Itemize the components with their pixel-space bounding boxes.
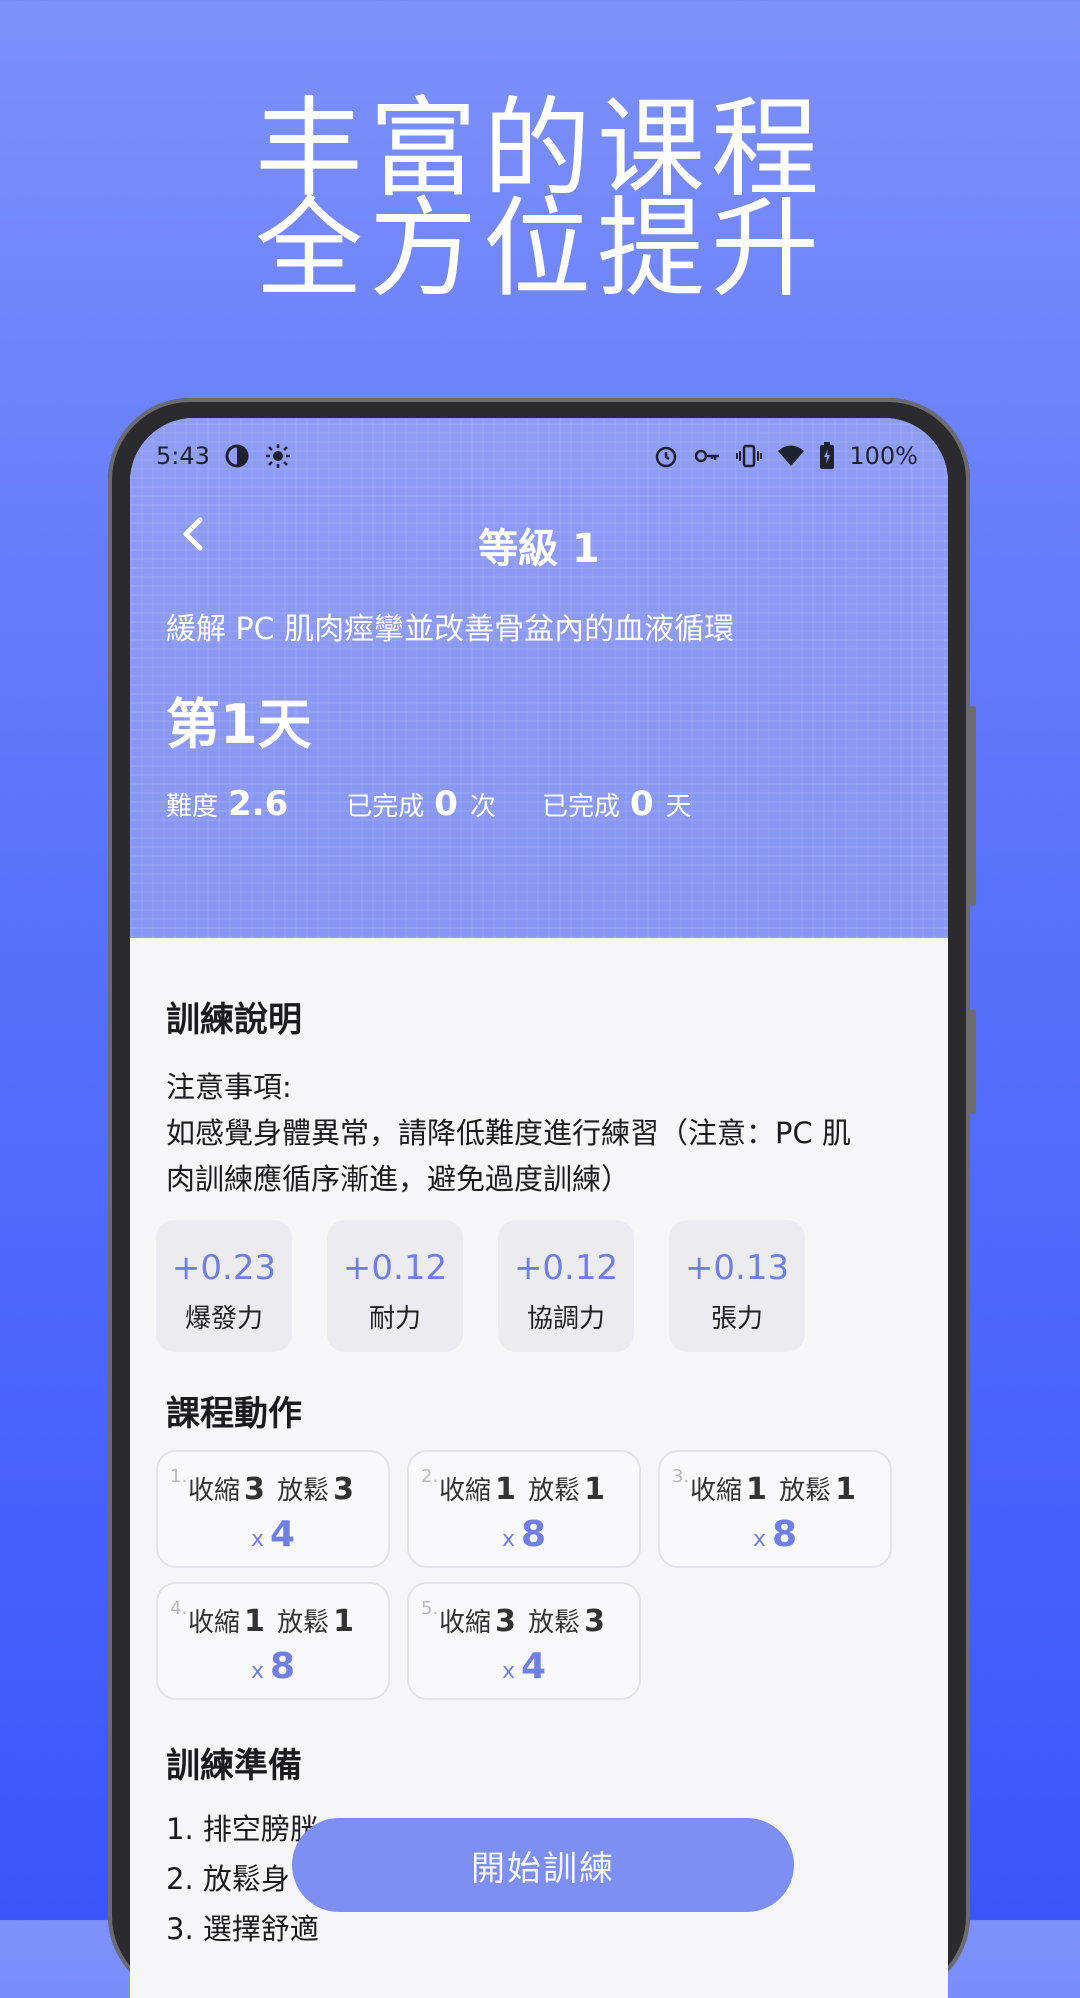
attribute-value: +0.23: [171, 1248, 277, 1288]
stat-completed-times: 已完成 0 次: [346, 784, 496, 824]
battery-icon: [819, 442, 835, 470]
move-pattern: 收縮 3 放鬆 3: [409, 1602, 639, 1639]
day-title: 第1天: [166, 693, 312, 756]
relax-label: 放鬆: [528, 1476, 581, 1506]
level-stats: 難度 2.6 已完成 0 次 已完成 0 天: [166, 784, 738, 824]
move-pattern: 收縮 3 放鬆 3: [158, 1470, 388, 1507]
contract-label: 收縮: [438, 1608, 491, 1638]
move-card[interactable]: 5. 收縮 3 放鬆 3 x4: [407, 1582, 641, 1700]
move-pattern: 收縮 1 放鬆 1: [660, 1470, 890, 1507]
attribute-label: 協調力: [526, 1304, 605, 1334]
relax-label: 放鬆: [528, 1608, 581, 1638]
status-bar: 5:43 100%: [156, 434, 918, 478]
rep-prefix: x: [250, 1659, 264, 1684]
stat-label: 已完成: [346, 792, 425, 822]
contract-seconds: 1: [243, 1604, 265, 1639]
attribute-value: +0.12: [513, 1248, 619, 1288]
notes-heading: 注意事項:: [166, 1070, 292, 1104]
phone-screen: 5:43 100% 等級 1 緩解 PC 肌肉痙攣並改善骨盆內的血液循環 第1天…: [130, 418, 948, 1998]
stat-difficulty: 難度 2.6: [166, 784, 300, 824]
relax-label: 放鬆: [277, 1476, 330, 1506]
relax-label: 放鬆: [779, 1476, 832, 1506]
relax-seconds: 3: [584, 1604, 606, 1639]
attribute-label: 耐力: [368, 1304, 421, 1334]
battery-percent: 100%: [849, 442, 918, 470]
move-reps: x8: [409, 1514, 639, 1555]
attribute-value: +0.12: [342, 1248, 448, 1288]
stat-unit: 次: [469, 792, 496, 822]
rep-prefix: x: [501, 1527, 515, 1552]
move-card[interactable]: 4. 收縮 1 放鬆 1 x8: [156, 1582, 390, 1700]
stat-value: 2.6: [228, 784, 289, 824]
contract-seconds: 1: [494, 1472, 516, 1507]
attribute-label: 張力: [710, 1304, 763, 1334]
move-reps: x8: [660, 1514, 890, 1555]
moves-title: 課程動作: [166, 1394, 302, 1434]
move-pattern: 收縮 1 放鬆 1: [158, 1602, 388, 1639]
list-item: 3. 選擇舒適: [166, 1912, 319, 1946]
contract-seconds: 3: [494, 1604, 516, 1639]
notes-line: 肉訓練應循序漸進，避免過度訓練）: [166, 1162, 631, 1196]
rep-count: 4: [269, 1514, 296, 1555]
relax-seconds: 1: [584, 1472, 606, 1507]
rep-count: 8: [269, 1646, 296, 1687]
promo-headline: 丰富的课程 全方位提升: [0, 87, 1080, 312]
move-card[interactable]: 2. 收縮 1 放鬆 1 x8: [407, 1450, 641, 1568]
stat-unit: 天: [665, 792, 692, 822]
relax-seconds: 1: [333, 1604, 355, 1639]
rep-count: 8: [520, 1514, 547, 1555]
stat-value: 0: [629, 784, 654, 824]
notes-line: 如感覺身體異常，請降低難度進行練習（注意：PC 肌: [166, 1116, 851, 1150]
training-info-title: 訓練說明: [166, 1000, 302, 1040]
move-pattern: 收縮 1 放鬆 1: [409, 1470, 639, 1507]
rep-count: 8: [771, 1514, 798, 1555]
contract-label: 收縮: [187, 1608, 240, 1638]
stat-value: 0: [434, 784, 458, 824]
page-title: 等級 1: [478, 526, 600, 572]
relax-seconds: 1: [835, 1472, 857, 1507]
promo-line-1: 丰富的课程: [254, 87, 825, 212]
start-training-button[interactable]: 開始訓練: [292, 1818, 794, 1912]
attribute-card: +0.23 爆發力: [156, 1220, 292, 1352]
status-time: 5:43: [156, 442, 210, 470]
attribute-label: 爆發力: [184, 1304, 263, 1334]
data-saver-icon: [224, 443, 250, 469]
move-reps: x8: [158, 1646, 388, 1687]
stat-label: 已完成: [541, 792, 620, 822]
rep-prefix: x: [501, 1659, 515, 1684]
rep-count: 4: [520, 1646, 547, 1687]
contract-label: 收縮: [689, 1476, 742, 1506]
move-card[interactable]: 1. 收縮 3 放鬆 3 x4: [156, 1450, 390, 1568]
attribute-card: +0.12 協調力: [498, 1220, 634, 1352]
stat-label: 難度: [166, 792, 219, 822]
attribute-card: +0.13 張力: [669, 1220, 805, 1352]
contract-seconds: 1: [745, 1472, 767, 1507]
relax-label: 放鬆: [277, 1608, 330, 1638]
wifi-icon: [777, 444, 805, 468]
alarm-icon: [653, 443, 679, 469]
move-reps: x4: [158, 1514, 388, 1555]
prep-title: 訓練準備: [166, 1746, 302, 1786]
attribute-value: +0.13: [684, 1248, 790, 1288]
brightness-icon: [264, 442, 292, 470]
move-card[interactable]: 3. 收縮 1 放鬆 1 x8: [658, 1450, 892, 1568]
attribute-card: +0.12 耐力: [327, 1220, 463, 1352]
contract-label: 收縮: [438, 1476, 491, 1506]
vibrate-icon: [735, 443, 763, 469]
rep-prefix: x: [752, 1527, 766, 1552]
promo-line-2: 全方位提升: [254, 187, 825, 312]
header: 等級 1: [130, 500, 948, 580]
phone-frame: 5:43 100% 等級 1 緩解 PC 肌肉痙攣並改善骨盆內的血液循環 第1天…: [108, 398, 970, 1998]
level-hero: 5:43 100% 等級 1 緩解 PC 肌肉痙攣並改善骨盆內的血液循環 第1天…: [130, 418, 948, 938]
stat-completed-days: 已完成 0 天: [542, 784, 692, 824]
vpn-key-icon: [693, 446, 721, 466]
training-notes: 注意事項: 如感覺身體異常，請降低難度進行練習（注意：PC 肌 肉訓練應循序漸進…: [166, 1064, 926, 1202]
contract-seconds: 3: [243, 1472, 265, 1507]
rep-prefix: x: [250, 1527, 264, 1552]
move-reps: x4: [409, 1646, 639, 1687]
level-subtitle: 緩解 PC 肌肉痙攣並改善骨盆內的血液循環: [166, 612, 735, 647]
relax-seconds: 3: [333, 1472, 355, 1507]
contract-label: 收縮: [187, 1476, 240, 1506]
